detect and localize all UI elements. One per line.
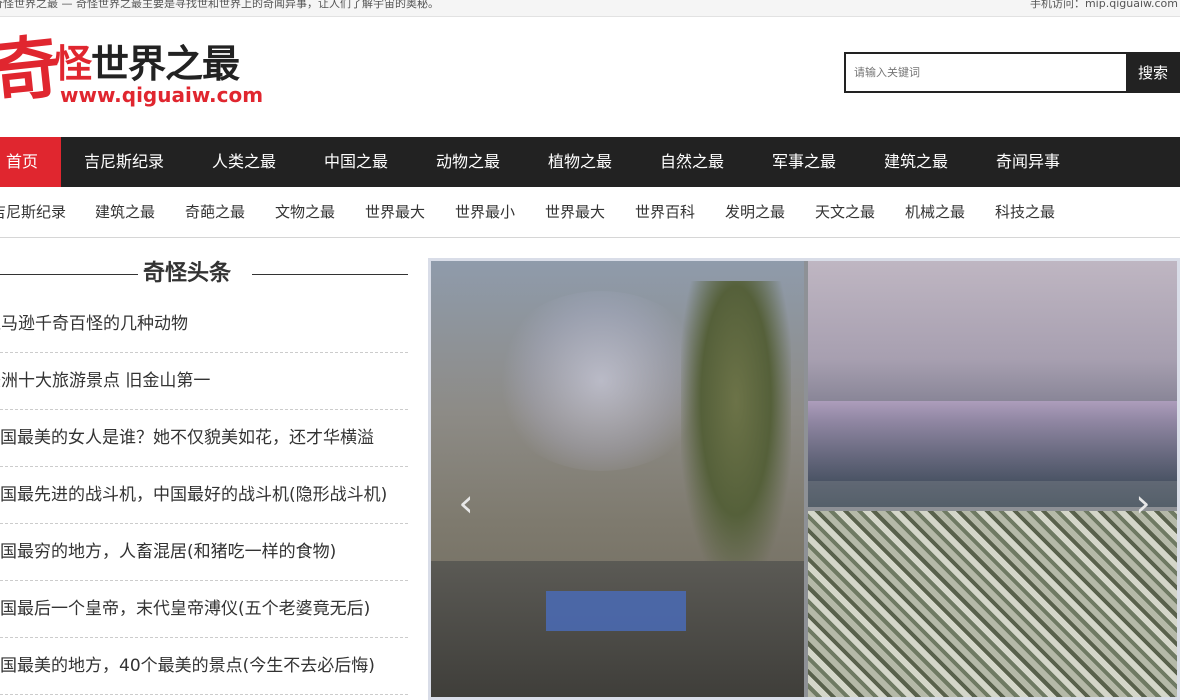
slide-image-top-right[interactable] xyxy=(808,261,1177,507)
list-item[interactable]: 中国最美的地方，40个最美的景点(今生不去必后悔) xyxy=(0,638,408,695)
subnav-item[interactable]: 天文之最 xyxy=(815,187,875,237)
search-box: 搜索 xyxy=(844,52,1180,93)
chevron-left-icon[interactable]: ‹ xyxy=(451,483,481,523)
mobile-link[interactable]: 手机访问：mip.qiguaiw.com xyxy=(1030,0,1178,10)
nav-item-guinness[interactable]: 吉尼斯纪录 xyxy=(84,137,164,187)
list-item[interactable]: 中国最美的女人是谁？她不仅貌美如花，还才华横溢 xyxy=(0,410,408,467)
search-input[interactable] xyxy=(846,54,1128,91)
subnav-item[interactable]: 吉尼斯纪录 xyxy=(0,187,66,237)
chevron-right-icon[interactable]: › xyxy=(1128,483,1158,523)
subnav-item[interactable]: 建筑之最 xyxy=(95,187,155,237)
nav-item-nature[interactable]: 自然之最 xyxy=(660,137,724,187)
slide-image-main[interactable] xyxy=(431,261,804,697)
headlines-section: 奇怪头条 亚马逊千奇百怪的几种动物 美洲十大旅游景点 旧金山第一 中国最美的女人… xyxy=(0,238,410,700)
search-button[interactable]: 搜索 xyxy=(1126,52,1180,93)
headlines-heading: 奇怪头条 xyxy=(0,256,408,292)
subnav-item[interactable]: 世界最小 xyxy=(455,187,515,237)
main-nav: 首页 吉尼斯纪录 人类之最 中国之最 动物之最 植物之最 自然之最 军事之最 建… xyxy=(0,137,1180,187)
nav-item-building[interactable]: 建筑之最 xyxy=(884,137,948,187)
image-slider[interactable]: ‹ › xyxy=(428,258,1180,700)
nav-item-home[interactable]: 首页 xyxy=(0,137,61,187)
blue-screen xyxy=(546,591,686,631)
top-info-bar: 奇怪世界之最 — 奇怪世界之最主要是寻找世和世界上的奇闻异事，让人们了解宇宙的奥… xyxy=(0,0,1180,17)
city-lights xyxy=(808,401,1177,481)
subnav-item[interactable]: 科技之最 xyxy=(995,187,1055,237)
list-item[interactable]: 中国最先进的战斗机，中国最好的战斗机(隐形战斗机) xyxy=(0,467,408,524)
headlines-title: 奇怪头条 xyxy=(143,261,232,286)
list-item[interactable]: 中国最穷的地方，人畜混居(和猪吃一样的食物) xyxy=(0,524,408,581)
logo-url: www.qiguaiw.com xyxy=(60,83,264,107)
list-item[interactable]: 亚马逊千奇百怪的几种动物 xyxy=(0,296,408,353)
nav-item-plant[interactable]: 植物之最 xyxy=(548,137,612,187)
slide-image-bottom-right[interactable] xyxy=(808,511,1177,697)
subnav-item[interactable]: 机械之最 xyxy=(905,187,965,237)
light-show xyxy=(491,291,711,471)
nav-item-animal[interactable]: 动物之最 xyxy=(436,137,500,187)
site-slogan: 奇怪世界之最 — 奇怪世界之最主要是寻找世和世界上的奇闻异事，让人们了解宇宙的奥… xyxy=(0,0,439,10)
subnav-item[interactable]: 世界最大 xyxy=(365,187,425,237)
heading-divider-right xyxy=(252,274,408,275)
sub-nav: 吉尼斯纪录 建筑之最 奇葩之最 文物之最 世界最大 世界最小 世界最大 世界百科… xyxy=(0,187,1180,238)
nav-item-china[interactable]: 中国之最 xyxy=(324,137,388,187)
logo-title-black: 世界之最 xyxy=(91,42,240,86)
subnav-item[interactable]: 世界最大 xyxy=(545,187,605,237)
subnav-item[interactable]: 奇葩之最 xyxy=(185,187,245,237)
heading-divider-left xyxy=(0,274,138,275)
nav-item-military[interactable]: 军事之最 xyxy=(772,137,836,187)
list-item[interactable]: 美洲十大旅游景点 旧金山第一 xyxy=(0,353,408,410)
logo-title-red: 怪 xyxy=(54,42,92,86)
tree-silhouette xyxy=(681,281,791,581)
site-logo[interactable]: 奇 怪世界之最 www.qiguaiw.com xyxy=(0,26,292,118)
list-item[interactable]: 中国最后一个皇帝，末代皇帝溥仪(五个老婆竟无后) xyxy=(0,581,408,638)
logo-title: 怪世界之最 xyxy=(54,42,240,86)
nav-item-oddities[interactable]: 奇闻异事 xyxy=(996,137,1060,187)
subnav-item[interactable]: 文物之最 xyxy=(275,187,335,237)
subnav-item[interactable]: 世界百科 xyxy=(635,187,695,237)
nav-item-human[interactable]: 人类之最 xyxy=(212,137,276,187)
subnav-item[interactable]: 发明之最 xyxy=(725,187,785,237)
